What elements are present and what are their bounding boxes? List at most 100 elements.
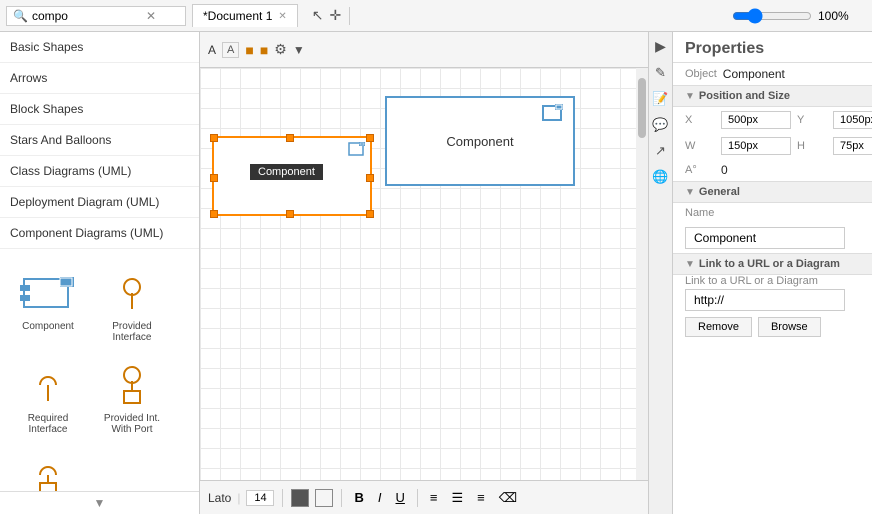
topbar: 🔍 ✕ *Document 1 ✕ ↖ ✛ 100% bbox=[0, 0, 872, 32]
canvas[interactable]: Component bbox=[200, 68, 648, 480]
required-interface-svg bbox=[18, 363, 78, 407]
font-label: A bbox=[208, 43, 216, 57]
component-icon-small bbox=[348, 142, 366, 159]
handle-tl bbox=[210, 134, 218, 142]
y-input[interactable] bbox=[833, 111, 872, 129]
sidebar-item-deployment-diagrams[interactable]: Deployment Diagram (UML) bbox=[0, 187, 199, 218]
link-input[interactable] bbox=[685, 289, 845, 311]
edit-icon[interactable]: ✎ bbox=[655, 65, 666, 81]
shape-required-interface[interactable]: Required Interface bbox=[8, 354, 88, 442]
shape-component-label: Component bbox=[22, 321, 74, 332]
erase-icon[interactable]: ⌫ bbox=[495, 488, 521, 508]
font-size-separator: | bbox=[237, 491, 240, 505]
italic-button[interactable]: I bbox=[374, 488, 386, 507]
font-size-input[interactable] bbox=[246, 490, 274, 506]
comments-icon[interactable]: 💬 bbox=[652, 117, 668, 133]
pointer-icon[interactable]: ↖ bbox=[312, 7, 324, 24]
browse-button[interactable]: Browse bbox=[758, 317, 821, 337]
separator bbox=[349, 7, 350, 25]
position-size-label: Position and Size bbox=[699, 90, 790, 102]
object-type-row: Object Component bbox=[673, 63, 872, 85]
component-svg bbox=[18, 271, 78, 315]
properties-icon[interactable]: ▶ bbox=[655, 38, 666, 55]
provided-interface-svg bbox=[102, 271, 162, 315]
h-label: H bbox=[797, 140, 827, 152]
sidebar-item-arrows[interactable]: Arrows bbox=[0, 63, 199, 94]
component-box-large[interactable]: Component bbox=[385, 96, 575, 186]
publish-icon[interactable]: 🌐 bbox=[652, 169, 668, 185]
shape-required-int-4[interactable]: Required Int. bbox=[8, 446, 88, 492]
h-input[interactable] bbox=[833, 137, 872, 155]
w-input[interactable] bbox=[721, 137, 791, 155]
position-collapse-icon: ▼ bbox=[685, 91, 695, 102]
angle-label: A° bbox=[685, 164, 715, 176]
align-left-icon[interactable]: ≡ bbox=[426, 488, 442, 507]
font-icon: A bbox=[222, 42, 239, 58]
align-right-icon[interactable]: ≡ bbox=[473, 488, 489, 507]
properties-title: Properties bbox=[673, 32, 872, 63]
fill-swatch[interactable] bbox=[315, 489, 333, 507]
notes-icon[interactable]: 📝 bbox=[652, 91, 668, 107]
font-family-label: Lato bbox=[208, 491, 231, 505]
remove-button[interactable]: Remove bbox=[685, 317, 752, 337]
sidebar-item-component-diagrams[interactable]: Component Diagrams (UML) bbox=[0, 218, 199, 249]
tab-close-icon[interactable]: ✕ bbox=[278, 11, 286, 22]
shape-component[interactable]: Component bbox=[8, 262, 88, 350]
right-icon-strip: ▶ ✎ 📝 💬 ↗ 🌐 bbox=[648, 32, 672, 514]
document-tab[interactable]: *Document 1 ✕ bbox=[192, 4, 298, 27]
shape-icon-2: ■ bbox=[260, 42, 268, 58]
shape-provided-int-with-port[interactable]: Provided Int. With Port bbox=[92, 354, 172, 442]
angle-row: A° 0 bbox=[673, 159, 872, 181]
format-bar: Lato | B I U ≡ ☰ ≡ ⌫ bbox=[200, 480, 648, 514]
canvas-toolbar-icons: ↖ ✛ bbox=[312, 7, 352, 25]
format-sep2 bbox=[341, 489, 342, 507]
handle-br bbox=[366, 210, 374, 218]
move-icon[interactable]: ✛ bbox=[330, 7, 342, 24]
name-input[interactable] bbox=[685, 227, 845, 249]
underline-button[interactable]: U bbox=[392, 488, 409, 507]
component-icon-small-svg bbox=[348, 142, 366, 156]
dropdown-icon[interactable]: ▼ bbox=[293, 43, 305, 57]
wh-row: W H bbox=[673, 133, 872, 159]
provided-int-with-port-preview bbox=[100, 361, 164, 409]
sidebar-item-stars-balloons[interactable]: Stars And Balloons bbox=[0, 125, 199, 156]
component-label-large: Component bbox=[446, 134, 513, 149]
bold-button[interactable]: B bbox=[350, 488, 367, 507]
component-icon-large-svg bbox=[541, 104, 565, 122]
shape-required-interface-label: Required Interface bbox=[13, 413, 83, 435]
required-int-4-preview bbox=[16, 453, 80, 492]
shape-provided-interface[interactable]: Provided Interface bbox=[92, 262, 172, 350]
general-collapse-icon: ▼ bbox=[685, 187, 695, 198]
gear-icon[interactable]: ⚙ bbox=[274, 41, 287, 58]
handle-tm bbox=[286, 134, 294, 142]
sidebar-scroll-down[interactable]: ▼ bbox=[0, 491, 199, 514]
name-label: Name bbox=[685, 207, 715, 219]
shape-icon-1: ■ bbox=[245, 42, 253, 58]
component-icon-large bbox=[541, 104, 565, 125]
y-label: Y bbox=[797, 114, 827, 126]
component-preview bbox=[16, 269, 80, 317]
list-icon[interactable]: ☰ bbox=[447, 488, 467, 508]
clear-search-icon[interactable]: ✕ bbox=[146, 9, 156, 23]
sidebar-item-block-shapes[interactable]: Block Shapes bbox=[0, 94, 199, 125]
link-url-label: Link to a URL or a Diagram bbox=[673, 275, 872, 287]
share-icon[interactable]: ↗ bbox=[655, 143, 666, 159]
color-swatch[interactable] bbox=[291, 489, 309, 507]
zoom-slider[interactable] bbox=[732, 8, 812, 24]
position-size-section[interactable]: ▼ Position and Size bbox=[673, 85, 872, 107]
search-input[interactable] bbox=[32, 9, 142, 23]
zoom-label: 100% bbox=[818, 9, 858, 23]
main-area: Basic Shapes Arrows Block Shapes Stars A… bbox=[0, 32, 872, 514]
w-label: W bbox=[685, 140, 715, 152]
name-label-row: Name bbox=[673, 203, 872, 223]
sidebar-item-class-diagrams[interactable]: Class Diagrams (UML) bbox=[0, 156, 199, 187]
canvas-scrollbar[interactable] bbox=[636, 68, 648, 480]
search-icon: 🔍 bbox=[13, 9, 28, 23]
link-collapse-icon: ▼ bbox=[685, 259, 695, 270]
component-label-tooltip: Component bbox=[250, 164, 323, 180]
link-section[interactable]: ▼ Link to a URL or a Diagram bbox=[673, 253, 872, 275]
sidebar-item-basic-shapes[interactable]: Basic Shapes bbox=[0, 32, 199, 63]
general-section[interactable]: ▼ General bbox=[673, 181, 872, 203]
x-label: X bbox=[685, 114, 715, 126]
x-input[interactable] bbox=[721, 111, 791, 129]
